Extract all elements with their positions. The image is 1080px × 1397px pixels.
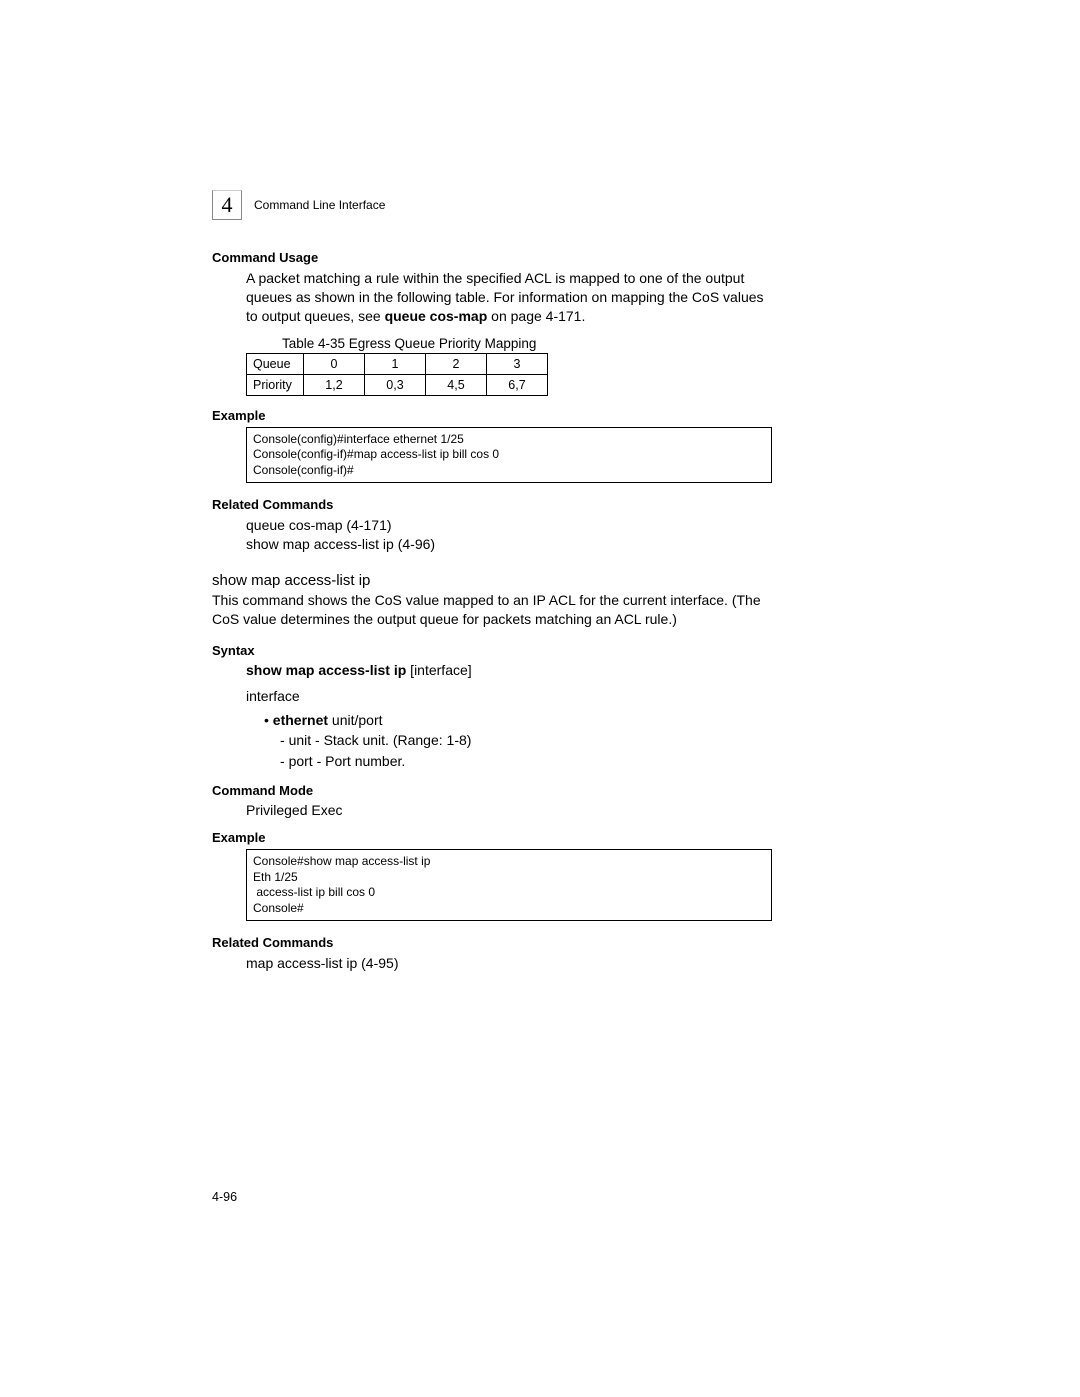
command-usage-text: A packet matching a rule within the spec… (246, 269, 772, 326)
heading-related-2: Related Commands (212, 935, 772, 950)
list-item: unit - Stack unit. (Range: 1-8) (280, 730, 772, 750)
interface-label: interface (246, 688, 772, 704)
ethernet-rest: unit/port (328, 712, 382, 728)
table-cell: 6,7 (487, 374, 548, 395)
related-commands-1: queue cos-map (4-171) show map access-li… (246, 516, 772, 554)
command-mode-text: Privileged Exec (246, 802, 772, 818)
heading-command-usage: Command Usage (212, 250, 772, 265)
ethernet-bold: ethernet (273, 712, 328, 728)
related-item: map access-list ip (4-95) (246, 954, 772, 973)
table-cell: 1 (365, 353, 426, 374)
table-cell: Priority (247, 374, 304, 395)
heading-syntax: Syntax (212, 643, 772, 658)
table-cell: 2 (426, 353, 487, 374)
table-row: Priority 1,2 0,3 4,5 6,7 (247, 374, 548, 395)
related-item: queue cos-map (4-171) (246, 516, 772, 535)
syntax-line: show map access-list ip [interface] (246, 662, 772, 678)
page-number: 4-96 (212, 1190, 237, 1204)
table-cell: 4,5 (426, 374, 487, 395)
table-cell: 1,2 (304, 374, 365, 395)
command-usage-post: on page 4-171. (487, 308, 585, 324)
table-row: Queue 0 1 2 3 (247, 353, 548, 374)
syntax-bullet-list: ethernet unit/port unit - Stack unit. (R… (264, 710, 772, 771)
heading-command-mode: Command Mode (212, 783, 772, 798)
syntax-rest: [interface] (406, 662, 471, 678)
table-caption: Table 4-35 Egress Queue Priority Mapping (282, 336, 772, 351)
list-item: ethernet unit/port unit - Stack unit. (R… (264, 710, 772, 771)
heading-example-1: Example (212, 408, 772, 423)
related-commands-2: map access-list ip (4-95) (246, 954, 772, 973)
egress-queue-table: Queue 0 1 2 3 Priority 1,2 0,3 4,5 6,7 (246, 353, 548, 396)
table-cell: 0,3 (365, 374, 426, 395)
example-2-code: Console#show map access-list ip Eth 1/25… (246, 849, 772, 921)
heading-related-1: Related Commands (212, 497, 772, 512)
related-item: show map access-list ip (4-96) (246, 535, 772, 554)
syntax-bold: show map access-list ip (246, 662, 406, 678)
page-content: 4 Command Line Interface Command Usage A… (212, 190, 772, 991)
chapter-title: Command Line Interface (254, 198, 385, 212)
command-description: This command shows the CoS value mapped … (212, 591, 772, 629)
list-item: port - Port number. (280, 751, 772, 771)
example-1-code: Console(config)#interface ethernet 1/25 … (246, 427, 772, 484)
command-usage-bold: queue cos-map (385, 308, 488, 324)
table-cell: Queue (247, 353, 304, 374)
command-title: show map access-list ip (212, 572, 772, 589)
page-header: 4 Command Line Interface (212, 190, 772, 220)
syntax-dash-list: unit - Stack unit. (Range: 1-8) port - P… (280, 730, 772, 771)
table-cell: 3 (487, 353, 548, 374)
chapter-number-box: 4 (212, 190, 242, 220)
table-cell: 0 (304, 353, 365, 374)
heading-example-2: Example (212, 830, 772, 845)
